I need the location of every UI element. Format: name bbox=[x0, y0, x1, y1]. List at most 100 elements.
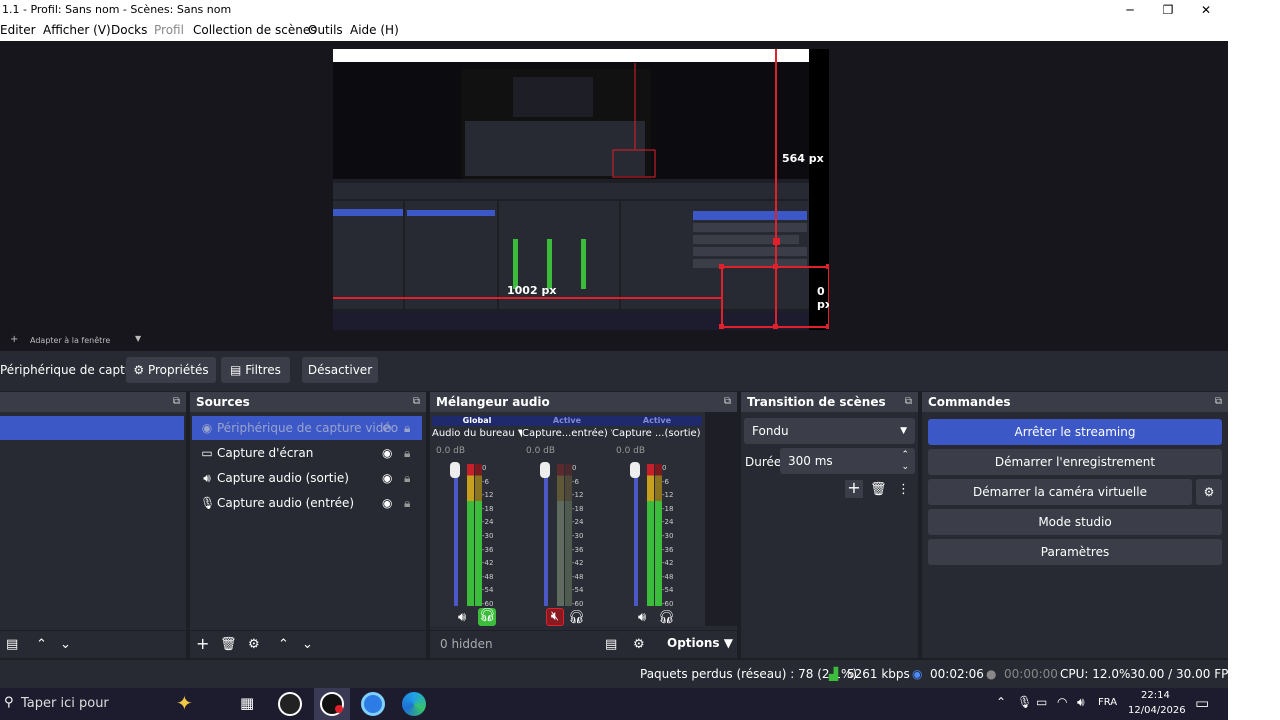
minimize-button[interactable]: ─ bbox=[1110, 0, 1150, 20]
source-item-video-capture[interactable]: ◉ Périphérique de capture vidéo ⊘ 🔒︎ bbox=[192, 416, 422, 440]
undock-icon[interactable]: ⧉ bbox=[173, 392, 180, 412]
move-down-icon[interactable]: ⌄ bbox=[60, 637, 71, 653]
deactivate-button[interactable]: Désactiver bbox=[302, 357, 378, 383]
volume-knob[interactable] bbox=[540, 462, 550, 478]
advanced-audio-icon[interactable]: ⚙ bbox=[633, 637, 645, 653]
microphone-icon[interactable]: 🎙︎ bbox=[1017, 695, 1032, 709]
start-recording-button[interactable]: Démarrer l'enregistrement bbox=[928, 449, 1222, 475]
start-virtual-camera-button[interactable]: Démarrer la caméra virtuelle bbox=[928, 479, 1192, 505]
transition-select[interactable]: Fondu ▼ bbox=[744, 418, 915, 444]
eye-icon[interactable]: ◉ bbox=[382, 466, 392, 490]
browser-icon[interactable] bbox=[361, 692, 385, 716]
add-transition-icon[interactable]: + bbox=[845, 480, 863, 498]
edge-icon[interactable] bbox=[402, 692, 426, 716]
menu-outils[interactable]: Outils bbox=[308, 20, 343, 41]
menu-scene-collection[interactable]: Collection de scènes bbox=[193, 20, 316, 41]
preview-area[interactable]: 564 px 1002 px 0 px bbox=[0, 41, 1228, 331]
chevron-up-icon[interactable]: ⌃ bbox=[996, 695, 1006, 709]
virtual-camera-settings-button[interactable]: ⚙ bbox=[1196, 479, 1222, 505]
transitions-dock-header: Transition de scènes ⧉ bbox=[741, 392, 918, 412]
move-up-icon[interactable]: ⌃ bbox=[278, 637, 289, 653]
headphones-icon[interactable]: 🎧︎ bbox=[478, 608, 496, 626]
dropped-frames: Paquets perdus (réseau) : 78 (2.1%) bbox=[640, 667, 858, 681]
clock-date[interactable]: 12/04/2026 bbox=[1128, 705, 1186, 716]
volume-fader[interactable] bbox=[454, 464, 458, 606]
add-source-icon[interactable]: + bbox=[196, 636, 209, 652]
preview-canvas[interactable]: 564 px 1002 px 0 px bbox=[333, 49, 829, 330]
windows-taskbar: ⚲ Taper ici pour ✦ ▦ ⌃ 🎙︎ ▭ ◠ 🔊︎ FRA 22:… bbox=[0, 688, 1228, 720]
more-options-icon[interactable]: ⋮ bbox=[897, 482, 910, 498]
trash-icon[interactable]: 🗑︎ bbox=[870, 482, 887, 498]
channel-name-dropdown[interactable]: Audio du bureau ▼ bbox=[432, 428, 522, 439]
filters-button[interactable]: ▤ Filtres bbox=[221, 357, 290, 383]
headphones-icon[interactable]: 🎧︎ bbox=[658, 610, 675, 626]
undock-icon[interactable]: ⧉ bbox=[413, 392, 420, 412]
obs-app-icon-active[interactable] bbox=[314, 688, 350, 720]
trash-icon[interactable]: 🗑︎ bbox=[220, 637, 237, 653]
meter-ticks: 0 -6 -12 -18 -24 -30 -36 -42 -48 -54 -60 bbox=[662, 464, 692, 608]
muted-speaker-icon[interactable]: 🔇︎ bbox=[546, 608, 564, 626]
visibility-hidden-icon[interactable]: ⊘ bbox=[382, 416, 392, 440]
channel-name-dropdown[interactable]: Capture ...(sortie) ▼ bbox=[612, 428, 702, 439]
sources-dock: Sources ⧉ ◉ Périphérique de capture vidéo… bbox=[190, 392, 426, 658]
sparkle-icon[interactable]: ✦ bbox=[176, 691, 193, 715]
menu-aide[interactable]: Aide (H) bbox=[350, 20, 399, 41]
volume-fader[interactable] bbox=[544, 464, 548, 606]
eye-icon[interactable]: ◉ bbox=[382, 491, 392, 515]
menu-afficher[interactable]: Afficher (V) bbox=[43, 20, 111, 41]
duration-input[interactable]: 300 ms ⌃ ⌄ bbox=[780, 448, 915, 474]
meter-tick-label: -30 bbox=[572, 532, 584, 540]
close-button[interactable]: ✕ bbox=[1186, 0, 1226, 20]
mixer-options-button[interactable]: Options ▼ bbox=[667, 636, 733, 650]
undock-icon[interactable]: ⧉ bbox=[905, 392, 912, 412]
language-indicator[interactable]: FRA bbox=[1098, 697, 1117, 708]
source-item-screen-capture[interactable]: ▭ Capture d'écran ◉ 🔒︎ bbox=[192, 441, 422, 465]
clock-time[interactable]: 22:14 bbox=[1141, 690, 1170, 701]
move-down-icon[interactable]: ⌄ bbox=[302, 637, 313, 653]
chevron-down-icon: ▼ bbox=[723, 636, 733, 650]
menu-editer[interactable]: Editer bbox=[0, 20, 36, 41]
layout-icon[interactable]: ▤ bbox=[605, 637, 617, 653]
channel-name-dropdown[interactable]: Capture...entrée) ▼ bbox=[522, 428, 612, 439]
channel-header: Active bbox=[612, 416, 702, 426]
taskbar-search-input[interactable]: Taper ici pour bbox=[21, 696, 109, 711]
maximize-button[interactable]: ❐ bbox=[1148, 0, 1188, 20]
lock-icon[interactable]: 🔒︎ bbox=[404, 416, 410, 440]
eye-icon[interactable]: ◉ bbox=[382, 441, 392, 465]
add-icon[interactable]: + bbox=[10, 334, 18, 345]
search-icon[interactable]: ⚲ bbox=[4, 695, 14, 710]
lock-icon[interactable]: 🔒︎ bbox=[404, 491, 410, 515]
battery-icon[interactable]: ▭ bbox=[1036, 695, 1047, 709]
studio-mode-button[interactable]: Mode studio bbox=[928, 509, 1222, 535]
chevron-down-icon[interactable]: ▼ bbox=[135, 334, 141, 343]
volume-knob[interactable] bbox=[630, 462, 640, 478]
undock-icon[interactable]: ⧉ bbox=[1215, 392, 1222, 412]
filter-icon[interactable]: ▤ bbox=[6, 637, 18, 653]
meter-tick-label: -48 bbox=[572, 572, 584, 581]
properties-button[interactable]: ⚙ Propriétés bbox=[126, 357, 216, 383]
stop-streaming-button[interactable]: Arrêter le streaming bbox=[928, 419, 1222, 445]
lock-icon[interactable]: 🔒︎ bbox=[404, 466, 410, 490]
source-item-audio-output[interactable]: 🔊︎ Capture audio (sortie) ◉ 🔒︎ bbox=[192, 466, 422, 490]
scene-item-selected[interactable] bbox=[0, 416, 184, 440]
wifi-icon[interactable]: ◠ bbox=[1057, 695, 1067, 709]
move-up-icon[interactable]: ⌃ bbox=[36, 637, 47, 653]
volume-fader[interactable] bbox=[634, 464, 638, 606]
gear-icon[interactable]: ⚙ bbox=[248, 637, 260, 653]
chevron-down-icon[interactable]: ⌄ bbox=[901, 454, 909, 480]
source-item-audio-input[interactable]: 🎙︎ Capture audio (entrée) ◉ 🔒︎ bbox=[192, 491, 422, 515]
volume-icon[interactable]: 🔊︎ bbox=[1077, 695, 1085, 710]
speaker-icon[interactable]: 🔊︎ bbox=[458, 610, 466, 626]
undock-icon[interactable]: ⧉ bbox=[724, 392, 731, 412]
volume-knob[interactable] bbox=[450, 462, 460, 478]
source-label: Capture audio (sortie) bbox=[217, 471, 349, 485]
app-icon-1[interactable] bbox=[278, 692, 302, 716]
menu-profil[interactable]: Profil bbox=[154, 20, 184, 41]
task-view-icon[interactable]: ▦ bbox=[240, 694, 254, 712]
menu-docks[interactable]: Docks bbox=[111, 20, 147, 41]
lock-icon[interactable]: 🔒︎ bbox=[404, 441, 410, 465]
headphones-icon[interactable]: 🎧︎ bbox=[568, 610, 585, 626]
notification-icon[interactable]: ▭ bbox=[1195, 694, 1209, 712]
speaker-icon[interactable]: 🔊︎ bbox=[638, 610, 646, 626]
settings-button[interactable]: Paramètres bbox=[928, 539, 1222, 565]
